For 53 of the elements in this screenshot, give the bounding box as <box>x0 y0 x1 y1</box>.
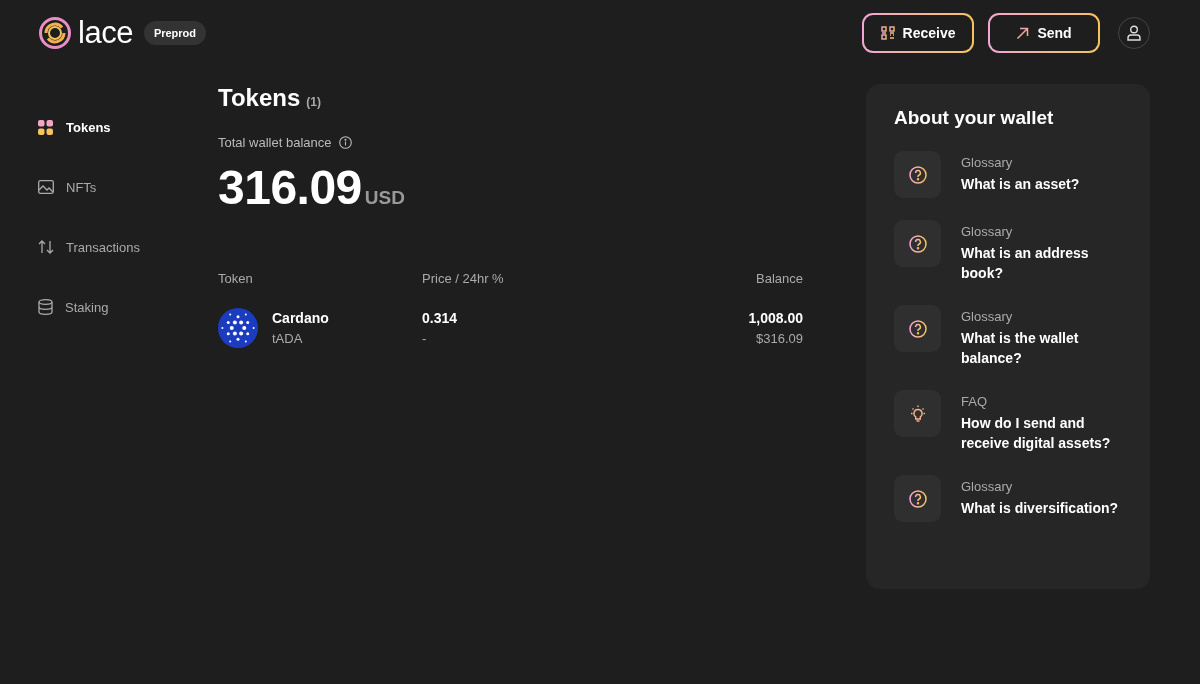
sidebar-label: Transactions <box>66 239 140 255</box>
sidebar-label: NFTs <box>66 179 97 195</box>
article-link[interactable]: How do I send and receive digital assets? <box>961 413 1122 453</box>
article-category: Glossary <box>961 479 1014 494</box>
question-icon <box>908 234 927 253</box>
question-icon <box>908 489 927 508</box>
column-header: Token <box>218 271 254 286</box>
article-link[interactable]: What is diversification? <box>961 498 1119 518</box>
token-value: $316.09 <box>756 331 803 346</box>
article-category: Glossary <box>961 224 1014 239</box>
card-title: About your wallet <box>894 107 1055 129</box>
token-price: 0.314 <box>422 310 459 326</box>
token-name: Cardano <box>272 310 329 326</box>
balance-label: Total wallet balance <box>218 135 332 150</box>
column-header: Price / 24hr % <box>422 271 505 286</box>
network-badge: Preprod <box>143 21 207 45</box>
sidebar-label: Tokens <box>66 119 111 135</box>
token-row[interactable]: Cardano tADA 0.314 - 1,008.00 $316.09 <box>218 308 803 348</box>
article-category: FAQ <box>961 394 988 409</box>
token-count: (1) <box>306 95 321 109</box>
sidebar-item[interactable]: Transactions <box>38 227 218 287</box>
image-icon <box>38 180 54 194</box>
balance-currency: USD <box>364 187 405 209</box>
article-link[interactable]: What is an asset? <box>961 174 1080 194</box>
database-icon <box>38 299 53 315</box>
receive-button[interactable]: Receive <box>862 13 974 53</box>
article-category: Glossary <box>961 155 1014 170</box>
logo-text: lace <box>78 15 133 51</box>
arrow-up-right-icon <box>1016 26 1030 40</box>
price-change: - <box>422 331 428 346</box>
column-header: Balance <box>755 271 803 286</box>
balance-amount: 316.09 <box>218 160 362 215</box>
logo-icon <box>38 16 72 50</box>
article-link[interactable]: What is the wallet balance? <box>961 328 1122 368</box>
page-title: Tokens <box>218 84 301 112</box>
sidebar-item[interactable]: NFTs <box>38 167 218 227</box>
question-icon <box>908 319 927 338</box>
user-icon <box>1127 25 1141 41</box>
arrows-up-down-icon <box>38 240 54 254</box>
sidebar-item[interactable]: Staking <box>38 287 218 347</box>
qr-code-icon <box>880 26 895 40</box>
grid-icon <box>38 119 53 135</box>
sidebar-item[interactable]: Tokens <box>38 107 218 167</box>
sidebar-label: Staking <box>65 299 109 315</box>
token-amount: 1,008.00 <box>748 310 803 326</box>
send-button[interactable]: Send <box>988 13 1100 53</box>
cardano-token-icon <box>218 308 258 348</box>
article-link[interactable]: What is an address book? <box>961 243 1122 283</box>
light-bulb-icon <box>908 404 927 423</box>
article-category: Glossary <box>961 309 1014 324</box>
question-icon <box>908 165 927 184</box>
token-ticker: tADA <box>272 331 304 346</box>
info-icon[interactable] <box>339 136 353 149</box>
